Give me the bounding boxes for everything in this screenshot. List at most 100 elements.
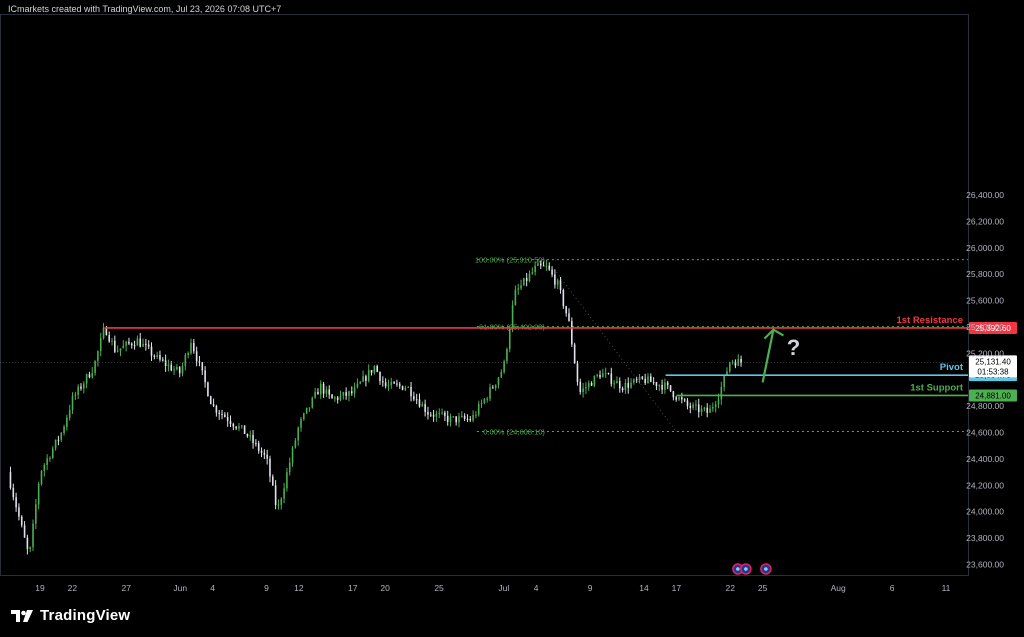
candle-body [717,399,720,405]
candle-body [647,376,649,384]
candle-body [218,412,221,414]
candle-body [573,344,576,364]
candle-body [317,391,319,395]
candle-body [345,392,347,396]
candle-body [686,400,689,406]
candle-body [387,385,390,387]
candle-body [506,348,508,362]
candle-body [18,507,20,517]
candle-body [384,382,387,387]
candle-body [170,364,173,371]
resistance-label: 1st Resistance [896,315,963,326]
candle-body [215,405,218,413]
candle-body [709,408,711,413]
candle-body [128,341,130,344]
x-tick-label: Jul [498,583,509,593]
candle-body [475,414,477,416]
candle-body [683,399,686,401]
axes: 26,400.00 26,200.00 26,000.00 25,800.00 25,6… [35,190,1004,593]
candle-body [269,458,271,477]
candle-body [367,370,370,381]
candle-body [243,425,246,434]
event-marker-dot [736,567,740,571]
candle-body [675,397,677,400]
candle-body [728,362,731,372]
candle-body [111,340,113,342]
candle-body [37,483,40,505]
candle-body [66,417,68,427]
candle-body [139,338,142,347]
candle-body [288,462,291,473]
candle-body [60,433,63,440]
fibonacci-retracement: 100.00% (25,910.50)61.80% (25,402.98)0.0… [475,256,968,436]
candle-body [195,351,198,362]
candle-body [706,407,709,413]
candle-body [207,382,209,397]
candle-body [308,407,311,409]
candle-body [167,364,170,366]
candle-body [221,413,223,415]
candle-body [590,382,593,386]
candle-body [133,345,136,347]
candle-body [494,384,497,389]
candle-body [232,423,235,427]
tradingview-logo-icon [11,609,33,622]
candles [9,259,742,555]
candle-body [545,265,548,267]
support-price-label: 24,881.00 [975,391,1011,400]
candle-body [720,386,723,400]
candle-body [410,386,412,397]
candle-body [582,388,584,392]
question-mark: ? [787,335,800,360]
candle-body [130,343,133,346]
candle-body [32,523,34,548]
candle-body [661,385,663,390]
tradingview-logo[interactable]: TradingView [10,607,130,624]
candle-body [277,504,280,506]
candle-body [314,391,316,398]
candle-body [238,426,240,429]
candle-body [325,389,328,394]
candle-body [226,417,229,421]
candle-body [193,342,195,352]
candle-body [252,435,254,444]
x-tick-label: 17 [672,583,682,593]
y-tick-label: 24,200.00 [966,480,1004,490]
candle-body [444,412,446,416]
candle-body [68,410,71,418]
candle-body [556,280,559,285]
event-markers [732,563,772,575]
candle-body [607,373,610,375]
countdown-label: 01:53:38 [977,367,1009,376]
candle-body [618,381,621,389]
candle-body [291,447,294,463]
candle-body [356,383,359,388]
candle-body [136,338,139,346]
candle-body [596,374,599,376]
candle-body [652,382,655,384]
current-price-label: 25,131.40 [975,357,1011,366]
grid [0,14,969,576]
candle-body [235,426,237,429]
candle-body [644,378,646,384]
candle-body [274,485,277,506]
candle-body [458,416,460,423]
candle-body [455,416,457,423]
y-tick-label: 23,800.00 [966,533,1004,543]
candle-body [150,346,153,356]
candle-body [99,338,102,352]
candle-body [678,397,680,400]
candle-body [635,379,638,381]
candle-body [26,537,29,549]
candle-body [164,360,167,366]
candlestick-chart[interactable]: 100.00% (25,910.50)61.80% (25,402.98)0.0… [0,0,1024,637]
candle-body [446,415,449,422]
candle-body [424,404,426,412]
candle-body [240,425,243,427]
candle-body [153,355,156,357]
candle-body [726,371,728,375]
candle-body [531,271,534,274]
candle-body [602,373,604,378]
candle-body [272,476,274,486]
candle-body [9,472,12,488]
